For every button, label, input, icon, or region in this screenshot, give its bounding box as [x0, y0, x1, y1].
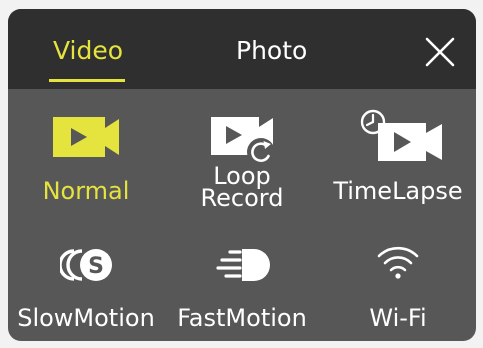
mode-slow-motion[interactable]: S SlowMotion [8, 234, 164, 341]
mode-wifi[interactable]: Wi-Fi [320, 234, 476, 341]
close-button[interactable] [425, 37, 455, 67]
camera-mode-screen: Video Photo Normal Loop Record TimeLapse… [8, 9, 476, 341]
video-camera-icon [53, 117, 119, 157]
slow-motion-icon: S [60, 249, 112, 281]
mode-timelapse[interactable]: TimeLapse [320, 104, 476, 224]
mode-label: Loop Record [164, 164, 320, 212]
active-tab-indicator [49, 79, 125, 82]
tab-video[interactable]: Video [53, 36, 123, 66]
mode-label: Normal [42, 177, 130, 205]
mode-label: SlowMotion [17, 304, 155, 332]
timelapse-icon [360, 109, 442, 161]
mode-loop-record[interactable]: Loop Record [164, 104, 320, 224]
mode-fast-motion[interactable]: FastMotion [164, 234, 320, 341]
mode-label: TimeLapse [333, 177, 463, 205]
mode-tab-bar: Video Photo [8, 9, 476, 89]
loop-record-icon [211, 117, 275, 166]
tab-photo[interactable]: Photo [236, 36, 307, 66]
mode-label: FastMotion [177, 304, 307, 332]
mode-label: Wi-Fi [369, 304, 427, 332]
fast-motion-icon [216, 249, 270, 281]
mode-normal[interactable]: Normal [8, 104, 164, 224]
mode-label-line2: Record [200, 184, 284, 212]
svg-text:S: S [88, 254, 104, 279]
close-icon [425, 37, 455, 67]
wifi-icon [377, 246, 419, 279]
